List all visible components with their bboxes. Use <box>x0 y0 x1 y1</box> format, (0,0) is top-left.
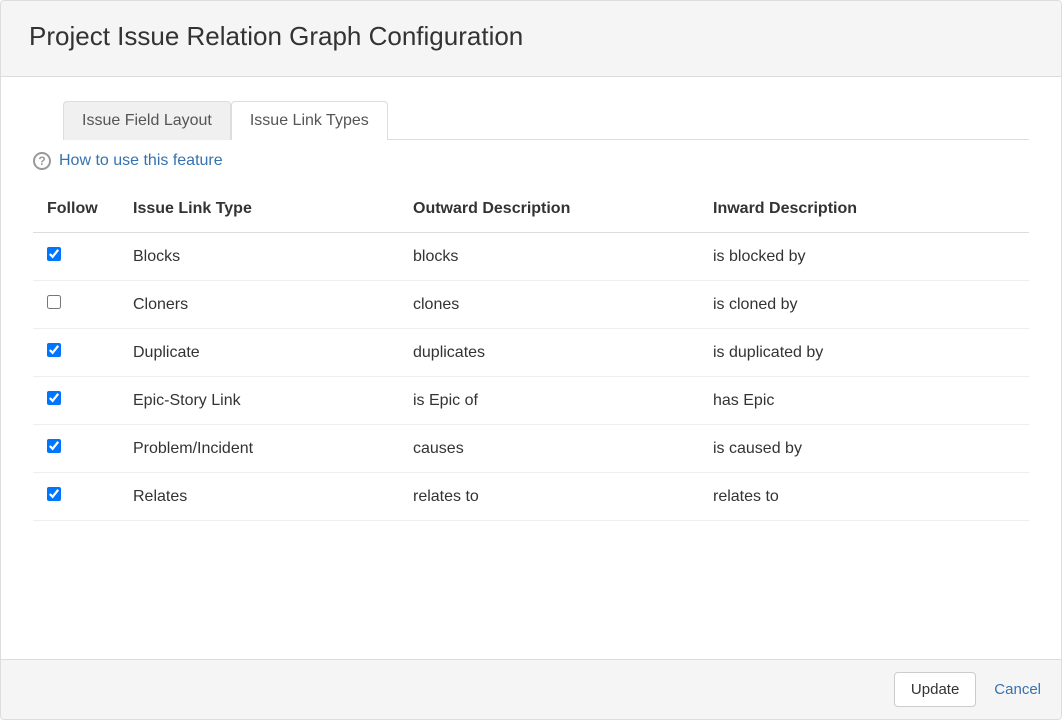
col-inward: Inward Description <box>703 188 1029 233</box>
cell-outward: clones <box>403 281 703 329</box>
cell-outward: relates to <box>403 473 703 521</box>
tabs: Issue Field Layout Issue Link Types <box>63 101 1029 140</box>
table-row: Epic-Story Linkis Epic ofhas Epic <box>33 377 1029 425</box>
cell-follow <box>33 329 123 377</box>
link-types-table: Follow Issue Link Type Outward Descripti… <box>33 188 1029 521</box>
cell-link-type: Blocks <box>123 233 403 281</box>
cell-outward: duplicates <box>403 329 703 377</box>
table-row: Duplicateduplicatesis duplicated by <box>33 329 1029 377</box>
table-row: Relatesrelates torelates to <box>33 473 1029 521</box>
cell-inward: is cloned by <box>703 281 1029 329</box>
cell-inward: is blocked by <box>703 233 1029 281</box>
table-row: Blocksblocksis blocked by <box>33 233 1029 281</box>
cell-link-type: Problem/Incident <box>123 425 403 473</box>
follow-checkbox[interactable] <box>47 391 61 405</box>
cell-inward: is duplicated by <box>703 329 1029 377</box>
cell-inward: relates to <box>703 473 1029 521</box>
follow-checkbox[interactable] <box>47 247 61 261</box>
cell-follow <box>33 425 123 473</box>
table-row: Problem/Incidentcausesis caused by <box>33 425 1029 473</box>
col-follow: Follow <box>33 188 123 233</box>
tab-issue-link-types[interactable]: Issue Link Types <box>231 101 388 140</box>
help-link[interactable]: How to use this feature <box>59 152 223 170</box>
dialog-footer: Update Cancel <box>1 659 1061 719</box>
table-header-row: Follow Issue Link Type Outward Descripti… <box>33 188 1029 233</box>
col-link-type: Issue Link Type <box>123 188 403 233</box>
cell-outward: causes <box>403 425 703 473</box>
update-button[interactable]: Update <box>894 672 976 707</box>
cancel-link[interactable]: Cancel <box>994 681 1041 698</box>
cell-link-type: Relates <box>123 473 403 521</box>
help-row: ? How to use this feature <box>33 152 1029 170</box>
cell-outward: blocks <box>403 233 703 281</box>
cell-follow <box>33 281 123 329</box>
cell-inward: is caused by <box>703 425 1029 473</box>
cell-link-type: Cloners <box>123 281 403 329</box>
dialog-body: Issue Field Layout Issue Link Types ? Ho… <box>1 77 1061 659</box>
cell-outward: is Epic of <box>403 377 703 425</box>
cell-follow <box>33 233 123 281</box>
follow-checkbox[interactable] <box>47 295 61 309</box>
follow-checkbox[interactable] <box>47 487 61 501</box>
cell-link-type: Duplicate <box>123 329 403 377</box>
follow-checkbox[interactable] <box>47 343 61 357</box>
cell-follow <box>33 377 123 425</box>
cell-follow <box>33 473 123 521</box>
cell-inward: has Epic <box>703 377 1029 425</box>
cell-link-type: Epic-Story Link <box>123 377 403 425</box>
tab-issue-field-layout[interactable]: Issue Field Layout <box>63 101 231 140</box>
col-outward: Outward Description <box>403 188 703 233</box>
help-icon: ? <box>33 152 51 170</box>
dialog-title: Project Issue Relation Graph Configurati… <box>29 21 1033 52</box>
follow-checkbox[interactable] <box>47 439 61 453</box>
config-dialog: Project Issue Relation Graph Configurati… <box>0 0 1062 720</box>
dialog-header: Project Issue Relation Graph Configurati… <box>1 1 1061 77</box>
table-row: Clonersclonesis cloned by <box>33 281 1029 329</box>
